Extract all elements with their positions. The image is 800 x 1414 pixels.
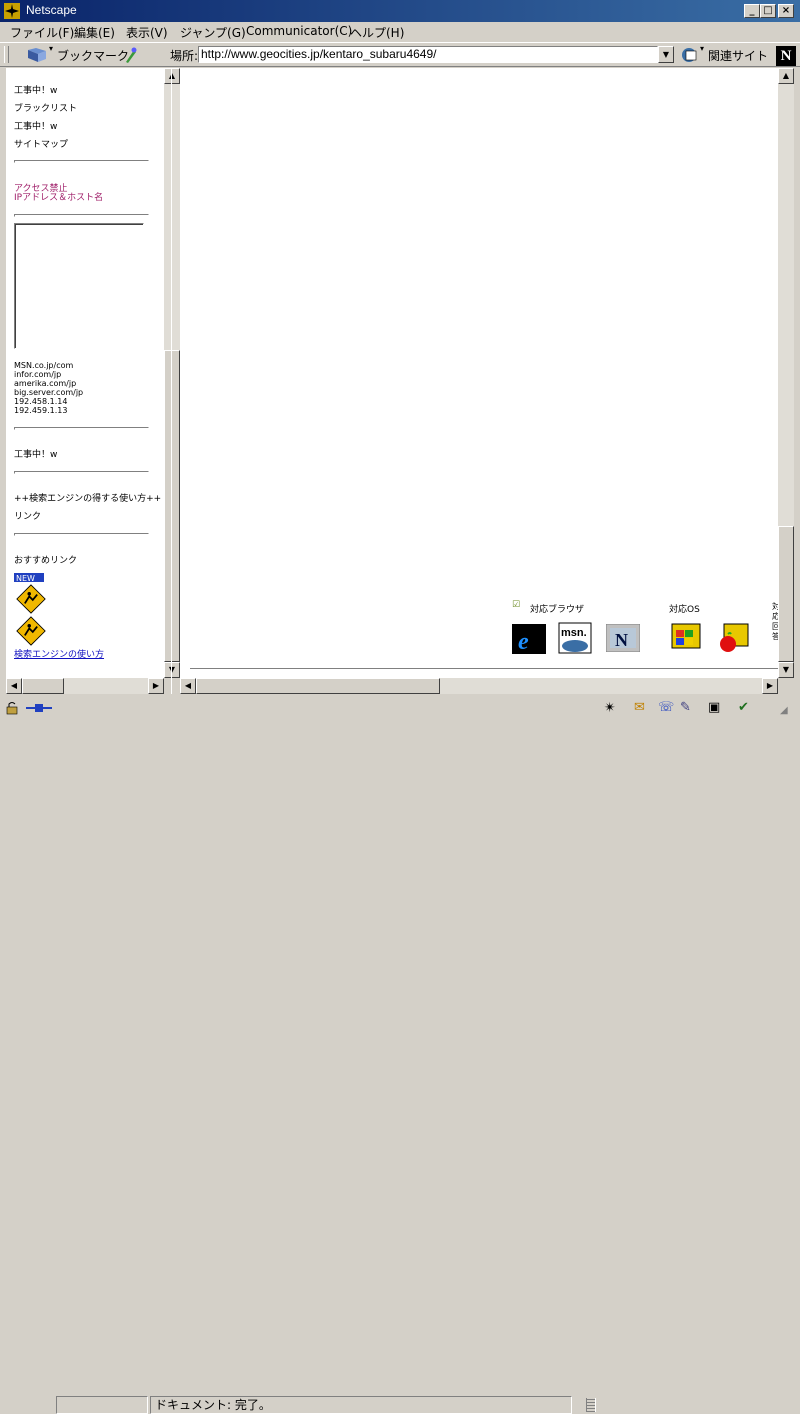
scroll-thumb[interactable] bbox=[196, 678, 440, 694]
page-proxy-icon[interactable] bbox=[122, 46, 138, 64]
content-horizontal-scrollbar[interactable]: ◀ ▶ bbox=[180, 678, 778, 694]
divider bbox=[14, 533, 149, 536]
divider bbox=[14, 214, 149, 217]
menu-file[interactable]: ファイル(F) bbox=[10, 24, 74, 41]
netscape-app-icon bbox=[4, 3, 20, 19]
sidebar-item-blacklist[interactable]: ブラックリスト bbox=[14, 104, 77, 114]
menu-view[interactable]: 表示(V) bbox=[126, 24, 168, 41]
sidebar-item-under-construction-3[interactable]: 工事中！w bbox=[14, 450, 57, 460]
toolbar-grip[interactable] bbox=[4, 46, 9, 63]
divider bbox=[14, 471, 149, 474]
title-bar[interactable]: Netscape _ □ × bbox=[0, 0, 800, 22]
related-sites-button[interactable]: 関連サイト bbox=[708, 47, 768, 64]
menu-bar: ファイル(F) 編集(E) 表示(V) ジャンプ(G) Communicator… bbox=[0, 22, 800, 42]
divider bbox=[190, 668, 778, 672]
close-button[interactable]: × bbox=[778, 4, 794, 18]
scroll-left-button[interactable]: ◀ bbox=[6, 678, 22, 694]
frame-splitter[interactable] bbox=[171, 68, 172, 694]
scroll-down-button[interactable]: ▼ bbox=[778, 662, 794, 678]
minimize-button[interactable]: _ bbox=[744, 4, 760, 18]
content-vertical-scrollbar[interactable]: ▲ ▼ bbox=[778, 68, 794, 678]
security-lock-icon[interactable] bbox=[4, 701, 28, 715]
host-entry: big.server.com/jp bbox=[14, 388, 84, 397]
location-label: 場所: bbox=[170, 49, 199, 63]
checkmark-icon: ☑ bbox=[512, 600, 521, 610]
sidebar-frame: 工事中！w ブラックリスト 工事中！w サイトマップ アクセス禁止 IPアドレス… bbox=[6, 68, 164, 678]
maximize-button[interactable]: □ bbox=[760, 4, 776, 18]
chevron-down-icon: ▾ bbox=[700, 44, 705, 53]
sidebar-vertical-scrollbar[interactable]: ▲ ▼ bbox=[164, 68, 180, 678]
sidebar-item-under-construction-2[interactable]: 工事中！w bbox=[14, 122, 57, 132]
ip-host-heading: IPアドレス＆ホスト名 bbox=[14, 193, 104, 203]
divider bbox=[14, 427, 149, 430]
scroll-down-button[interactable]: ▼ bbox=[164, 662, 180, 678]
svg-text:NEW: NEW bbox=[16, 574, 35, 582]
blank-image-box bbox=[14, 223, 144, 349]
scroll-thumb[interactable] bbox=[164, 350, 180, 662]
internet-explorer-icon[interactable]: e bbox=[512, 624, 546, 654]
sidebar-item-sitemap[interactable]: サイトマップ bbox=[14, 140, 68, 150]
discussion-icon[interactable]: ☏ bbox=[658, 700, 674, 715]
content-frame: ☑ 対応ブラウザ 対応OS 対応回答 e msn. N bbox=[180, 68, 778, 678]
resize-grip-icon[interactable]: ◢ bbox=[780, 705, 788, 716]
host-entry: MSN.co.jp/com bbox=[14, 361, 74, 370]
svg-text:N: N bbox=[615, 630, 628, 650]
menu-edit[interactable]: 編集(E) bbox=[74, 24, 115, 41]
construction-sign-icon[interactable] bbox=[14, 616, 48, 646]
windows-logo-icon[interactable] bbox=[668, 622, 702, 654]
address-book-icon[interactable]: ▣ bbox=[708, 700, 720, 715]
url-input[interactable]: http://www.geocities.jp/kentaro_subaru46… bbox=[198, 46, 658, 63]
menu-help[interactable]: ヘルプ(H) bbox=[350, 24, 404, 41]
bookmarks-button[interactable]: ブックマーク bbox=[57, 47, 129, 64]
svg-text:msn.: msn. bbox=[561, 627, 587, 639]
netscape-icon[interactable]: N bbox=[606, 624, 640, 652]
chevron-down-icon: ▾ bbox=[49, 44, 54, 53]
svg-text:e: e bbox=[518, 629, 529, 654]
menu-communicator[interactable]: Communicator(C) bbox=[246, 24, 352, 38]
mailbox-icon[interactable]: ✉ bbox=[634, 700, 645, 715]
scroll-right-button[interactable]: ▶ bbox=[148, 678, 164, 694]
navigator-icon[interactable]: ✴ bbox=[604, 700, 616, 716]
status-bar: ドキュメント: 完了。 ✴ ✉ ☏ ✎ ▣ ✔ ◢ bbox=[0, 697, 800, 1414]
supported-browsers-label: 対応ブラウザ bbox=[530, 605, 585, 615]
bookmarks-icon bbox=[28, 48, 46, 62]
host-entry: amerika.com/jp bbox=[14, 379, 77, 388]
menu-jump[interactable]: ジャンプ(G) bbox=[180, 24, 246, 41]
search-tips-link[interactable]: ++検索エンジンの得する使い方++ bbox=[14, 494, 161, 504]
recommended-links-heading: おすすめリンク bbox=[14, 556, 78, 566]
new-badge-icon: NEW bbox=[14, 573, 44, 582]
scroll-thumb[interactable] bbox=[22, 678, 64, 694]
netscape-throbber-icon[interactable]: N bbox=[776, 46, 796, 66]
window-title: Netscape bbox=[26, 3, 77, 17]
scroll-left-button[interactable]: ◀ bbox=[180, 678, 196, 694]
host-entry: infor.com/jp bbox=[14, 370, 62, 379]
composer-icon[interactable]: ✎ bbox=[680, 700, 691, 715]
url-dropdown-button[interactable]: ▼ bbox=[658, 46, 674, 63]
host-entry: 192.458.1.14 bbox=[14, 397, 68, 406]
mac-os-icon[interactable] bbox=[716, 622, 750, 654]
sidebar-horizontal-scrollbar[interactable]: ◀ ▶ bbox=[6, 678, 164, 694]
dock-handle[interactable] bbox=[586, 1398, 596, 1412]
tasks-check-icon[interactable]: ✔ bbox=[738, 700, 749, 715]
host-entry: 192.459.1.13 bbox=[14, 406, 68, 415]
scroll-up-button[interactable]: ▲ bbox=[778, 68, 794, 84]
sidebar-item-under-construction[interactable]: 工事中！w bbox=[14, 86, 57, 96]
msn-icon[interactable]: msn. bbox=[558, 622, 592, 654]
scroll-thumb[interactable] bbox=[778, 526, 794, 662]
search-usage-link[interactable]: 検索エンジンの使い方 bbox=[14, 650, 104, 660]
scroll-up-button[interactable]: ▲ bbox=[164, 68, 180, 84]
scroll-right-button[interactable]: ▶ bbox=[762, 678, 778, 694]
divider bbox=[14, 160, 149, 163]
supported-os-label: 対応OS bbox=[669, 605, 700, 615]
links-link[interactable]: リンク bbox=[14, 512, 41, 522]
construction-sign-icon[interactable] bbox=[14, 584, 48, 614]
related-sites-icon bbox=[682, 48, 697, 62]
connection-icon bbox=[26, 704, 52, 712]
status-text: ドキュメント: 完了。 bbox=[150, 1396, 572, 1414]
progress-panel bbox=[56, 1396, 148, 1414]
